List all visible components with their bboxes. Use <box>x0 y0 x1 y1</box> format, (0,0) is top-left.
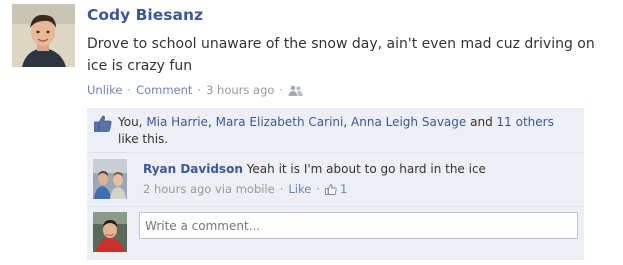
separator: · <box>127 83 132 97</box>
other-likers-link[interactable]: 11 others <box>497 115 554 129</box>
likes-prefix: You, <box>118 115 143 129</box>
comment-meta: 2 hours ago via mobile · Like · 1 <box>143 182 347 196</box>
comment-timestamp[interactable]: 2 hours ago via mobile <box>143 182 275 196</box>
likes-suffix: like this. <box>118 132 169 146</box>
separator: · <box>197 83 202 97</box>
thumbs-up-icon <box>325 183 337 195</box>
friends-icon[interactable] <box>288 85 303 96</box>
likes-separator: , <box>343 115 348 129</box>
liker-link[interactable]: Mia Harrie <box>146 115 208 129</box>
thumbs-up-icon <box>94 115 112 136</box>
unlike-link[interactable]: Unlike <box>87 83 122 97</box>
likes-separator: , <box>207 115 212 129</box>
separator: · <box>316 182 320 196</box>
post-message: Drove to school unaware of the snow day,… <box>87 36 595 74</box>
current-user-avatar[interactable] <box>93 212 127 252</box>
post-action-bar: Unlike · Comment · 3 hours ago · <box>87 83 303 97</box>
comment-like-link[interactable]: Like <box>288 182 311 196</box>
comment-like-count[interactable]: 1 <box>325 182 347 196</box>
liker-link[interactable]: Mara Elizabeth Carini <box>216 115 344 129</box>
commenter-avatar[interactable] <box>93 159 127 199</box>
liker-link[interactable]: Anna Leigh Savage <box>351 115 466 129</box>
comment-link[interactable]: Comment <box>136 83 192 97</box>
post-author-name[interactable]: Cody Biesanz <box>87 6 203 24</box>
post-timestamp[interactable]: 3 hours ago <box>206 83 274 97</box>
likes-and: and <box>470 115 493 129</box>
comment-body: Ryan Davidson Yeah it is I'm about to go… <box>143 162 486 176</box>
comment-item: Ryan Davidson Yeah it is I'm about to go… <box>87 154 584 207</box>
comment-like-count-value: 1 <box>339 182 348 196</box>
comment-author[interactable]: Ryan Davidson <box>143 162 243 176</box>
separator: · <box>279 182 284 196</box>
likes-text: You, Mia Harrie, Mara Elizabeth Carini, … <box>118 114 578 148</box>
comment-input[interactable] <box>139 212 578 239</box>
comment-composer <box>87 208 584 260</box>
comment-text: Yeah it is I'm about to go hard in the i… <box>246 162 486 176</box>
post-author-avatar[interactable] <box>12 4 75 67</box>
likes-summary: You, Mia Harrie, Mara Elizabeth Carini, … <box>87 108 584 153</box>
feedback-box: You, Mia Harrie, Mara Elizabeth Carini, … <box>87 108 584 260</box>
separator: · <box>279 83 284 97</box>
